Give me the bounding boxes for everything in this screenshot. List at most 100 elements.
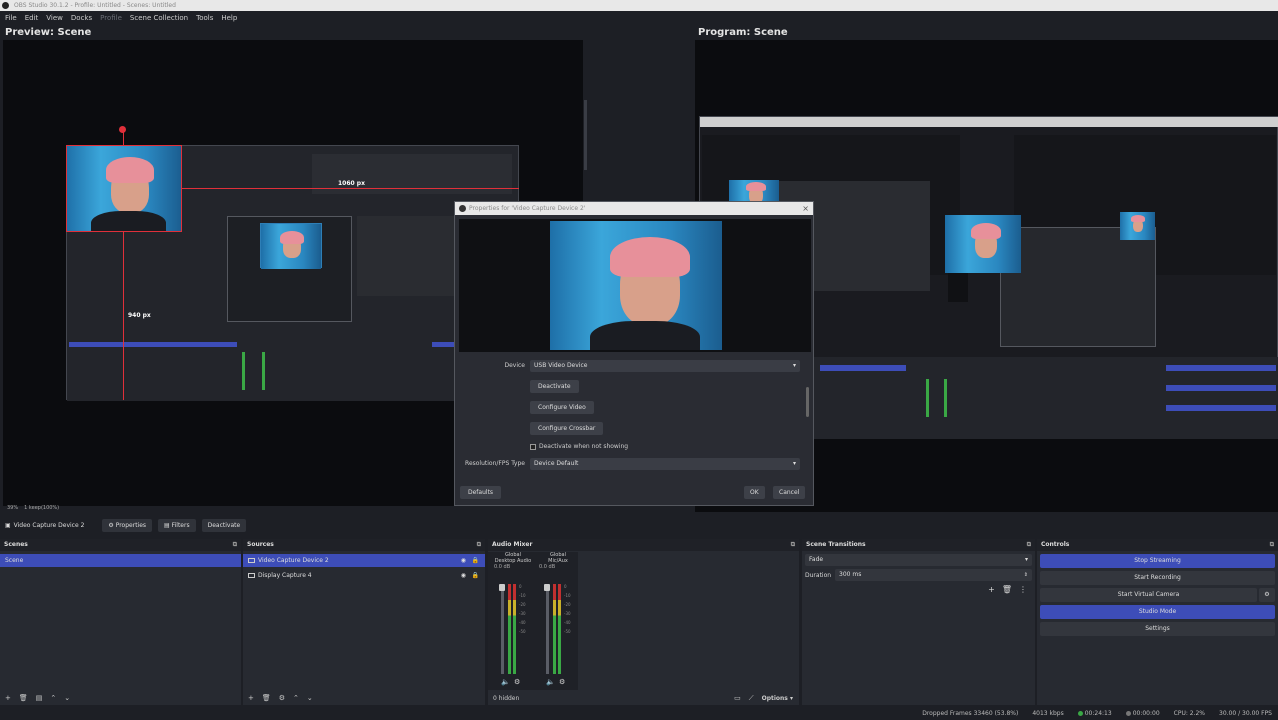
dock-float-icon[interactable]: ⧉ [791,539,795,551]
program-webcam-small [1120,212,1155,240]
add-icon[interactable]: + [988,585,995,594]
settings-button[interactable]: Settings [1040,622,1275,636]
menu-view[interactable]: View [46,14,63,22]
menu-tools[interactable]: Tools [196,14,213,22]
device-label: Device [504,362,525,369]
nested-webcam-thumbnail [261,224,321,269]
gear-icon[interactable]: ⚙ [1259,588,1275,602]
deactivate-check-label: Deactivate when not showing [539,443,629,450]
dialog-scrollbar[interactable] [806,387,809,417]
scene-item[interactable]: Scene [0,554,241,567]
volume-slider-track[interactable] [546,584,549,674]
source-item[interactable]: Display Capture 4 ◉ 🔒 [243,569,485,582]
filter-icon[interactable]: ▤ [36,694,43,702]
scenes-dock-title: Scenes ⧉ [0,539,241,551]
lock-icon[interactable]: 🔒 [472,569,479,582]
device-select[interactable]: USB Video Device ▾ [530,360,800,372]
gear-icon[interactable]: ⚙ [279,694,285,702]
start-virtual-camera-button[interactable]: Start Virtual Camera [1040,588,1257,602]
chevron-down-icon: ▾ [792,362,796,369]
resolution-label: Resolution/FPS Type [465,460,525,467]
deactivate-source-button[interactable]: Deactivate [201,519,247,532]
move-up-icon[interactable]: ⌃ [293,694,299,702]
move-up-icon[interactable]: ⌃ [50,694,56,702]
selected-source: ▣ Video Capture Device 2 [5,522,84,529]
menu-docks[interactable]: Docks [71,14,92,22]
link-icon[interactable]: ⟋ [749,694,754,703]
start-recording-button[interactable]: Start Recording [1040,571,1275,585]
mixer-options-button[interactable]: Options ▾ [762,695,793,702]
filters-button[interactable]: ▤ Filters [158,519,196,532]
level-meter [553,584,556,674]
stepper-icon[interactable]: ⇕ [1024,569,1028,581]
deactivate-when-not-showing-checkbox[interactable]: Deactivate when not showing [530,443,628,450]
move-down-icon[interactable]: ⌄ [64,694,70,702]
volume-slider-track[interactable] [501,584,504,674]
duration-input[interactable]: 300 ms ⇕ [835,569,1032,581]
menu-help[interactable]: Help [221,14,237,22]
dialog-titlebar[interactable]: Properties for 'Video Capture Device 2' … [455,202,813,215]
visibility-eye-icon[interactable]: ◉ [461,554,466,567]
configure-crossbar-button[interactable]: Configure Crossbar [530,422,604,435]
menu-bar: File Edit View Docks Profile Scene Colle… [0,11,1278,24]
dock-float-icon[interactable]: ⧉ [477,539,481,551]
trash-icon[interactable]: 🗑 [19,694,28,702]
menu-edit[interactable]: Edit [25,14,39,22]
ok-button[interactable]: OK [744,486,765,499]
record-time-value: 00:00:00 [1132,709,1160,717]
move-down-icon[interactable]: ⌄ [307,694,313,702]
dock-float-icon[interactable]: ⧉ [233,539,237,551]
preview-splitter[interactable] [584,100,587,170]
gear-icon[interactable]: ⚙ [559,678,565,686]
menu-profile[interactable]: Profile [100,14,122,22]
gear-icon[interactable]: ⚙ [514,678,520,686]
lock-icon[interactable]: 🔒 [472,554,479,567]
sources-dock-title: Sources ⧉ [243,539,485,551]
zoom-mode[interactable]: 1 keep(100%) [24,505,59,513]
properties-dialog: Properties for 'Video Capture Device 2' … [454,201,814,506]
transition-select[interactable]: Fade ▾ [805,554,1032,566]
cancel-button[interactable]: Cancel [773,486,806,499]
add-icon[interactable]: + [248,694,254,702]
properties-button[interactable]: ⚙ Properties [102,519,153,532]
resolution-select[interactable]: Device Default ▾ [530,458,800,470]
obs-logo-icon [459,205,466,212]
dock-float-icon[interactable]: ⧉ [1027,539,1031,551]
close-icon[interactable]: × [802,202,809,215]
dock-float-icon[interactable]: ⧉ [1270,539,1274,551]
speaker-icon[interactable]: 🔈 [501,678,510,686]
dialog-title: Properties for 'Video Capture Device 2' [469,205,586,212]
source-item[interactable]: Video Capture Device 2 ◉ 🔒 [243,554,485,567]
program-webcam-nested [945,215,1021,273]
volume-slider-handle[interactable] [544,584,550,591]
recording-indicator-icon [1125,710,1131,716]
level-meter [508,584,511,674]
menu-scene-collection[interactable]: Scene Collection [130,14,188,22]
speaker-icon[interactable]: 🔈 [546,678,555,686]
scene-transitions-dock: Scene Transitions ⧉ Fade ▾ Duration 300 m… [802,539,1035,705]
selection-bounding-box[interactable] [66,145,182,232]
zoom-level[interactable]: 39% [7,505,18,513]
mixer-channel-desktop: Global Desktop Audio 0.0 dB 0 -10 -20 -30 -4… [488,552,538,692]
trash-icon[interactable]: 🗑 [1002,585,1012,594]
mixer-layout-icon[interactable]: ▭ [734,694,741,702]
add-icon[interactable]: + [5,694,11,702]
visibility-eye-icon[interactable]: ◉ [461,569,466,582]
meter-scale: 0 -10 -20 -30 -40 -50 [519,584,526,634]
menu-file[interactable]: File [5,14,17,22]
source-item-label: Display Capture 4 [258,572,312,579]
stop-streaming-button[interactable]: Stop Streaming [1040,554,1275,568]
studio-mode-button[interactable]: Studio Mode [1040,605,1275,619]
defaults-button[interactable]: Defaults [460,486,502,499]
configure-video-button[interactable]: Configure Video [530,401,594,414]
trash-icon[interactable]: 🗑 [262,694,271,702]
controls-title: Controls [1041,541,1070,548]
stream-time-value: 00:24:13 [1084,709,1112,717]
more-options-icon[interactable]: ⋮ [1019,585,1027,594]
camera-icon [248,558,255,563]
mixer-options-label: Options [761,694,788,702]
volume-slider-handle[interactable] [499,584,505,591]
preview-label: Preview: Scene [5,27,92,38]
rotation-handle-knob[interactable] [119,126,126,133]
deactivate-button[interactable]: Deactivate [530,380,579,393]
